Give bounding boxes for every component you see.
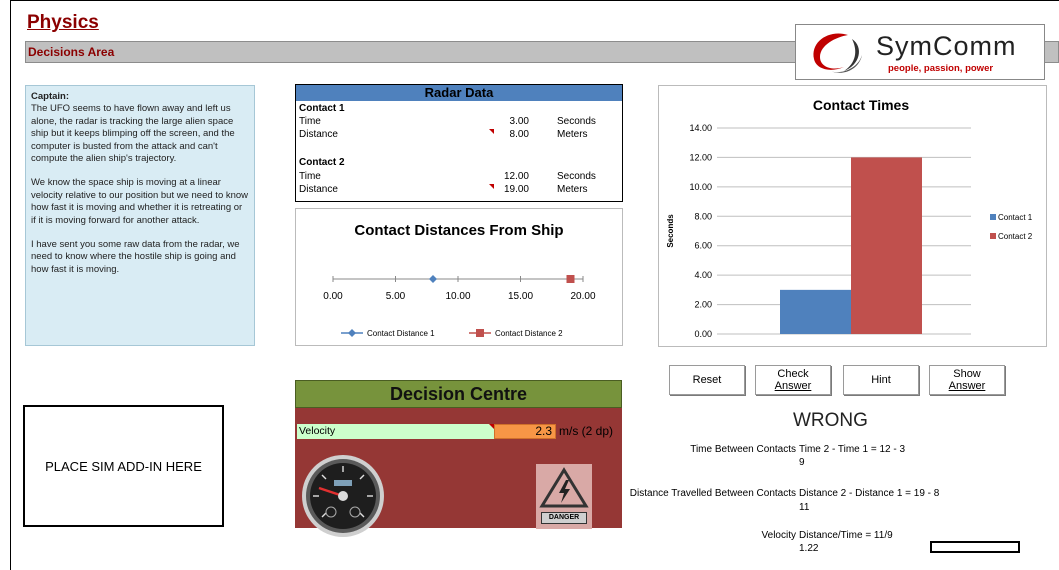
contact2-time-unit: Seconds (557, 171, 596, 182)
distance-travelled-label: Distance Travelled Between Contacts (629, 488, 796, 499)
contact-distances-chart: Contact Distances From Ship 0.00 5.00 10.00… (295, 208, 623, 346)
briefing-paragraph: We know the space ship is moving at a li… (31, 177, 249, 226)
time-between-label: Time Between Contacts (690, 444, 796, 455)
contact-distances-plot: Contact Distances From Ship 0.00 5.00 10.00… (323, 222, 596, 338)
danger-label: DANGER (541, 512, 587, 524)
contact-times-chart: Contact Times 0.00 2.00 4.00 6.00 8.00 10.00 12… (658, 85, 1047, 347)
chart-title: Contact Distances From Ship (354, 222, 563, 239)
time-between-value: 9 (799, 457, 805, 468)
legend-label: Contact Distance 2 (495, 329, 563, 338)
legend-label: Contact 2 (998, 232, 1033, 241)
decision-centre-title: Decision Centre (295, 380, 622, 408)
speedometer-gauge-icon (302, 455, 384, 537)
legend-label: Contact Distance 1 (367, 329, 435, 338)
y-tick-label: 2.00 (694, 300, 712, 310)
swoosh-logo-icon (813, 33, 862, 73)
show-answer-line2: Answer (948, 380, 986, 392)
contact2-distance-unit: Meters (557, 184, 588, 195)
briefing-paragraph: The UFO seems to have flown away and lef… (31, 103, 235, 165)
contact1-distance-label: Distance (299, 129, 338, 140)
symcomm-logo: SymComm people, passion, power (795, 24, 1045, 80)
y-tick-label: 4.00 (694, 270, 712, 280)
decision-centre: Decision Centre Velocity 2.3 m/s (2 dp) (295, 380, 622, 537)
contact2-distance-value: 19.00 (503, 184, 529, 195)
captain-heading: Captain: (31, 91, 69, 102)
contact1-time-value: 3.00 (509, 116, 529, 127)
contact-times-plot: Contact Times 0.00 2.00 4.00 6.00 8.00 10.00 12… (666, 97, 1033, 339)
y-tick-label: 8.00 (694, 211, 712, 221)
contact2-distance-label: Distance (299, 184, 338, 195)
check-answer-button[interactable]: Check Answer (755, 365, 831, 395)
check-answer-line2: Answer (774, 380, 812, 392)
x-tick-label: 20.00 (570, 291, 595, 302)
logo-tagline: people, passion, power (888, 63, 994, 74)
comment-marker-icon (489, 129, 494, 134)
contact2-label: Contact 2 (299, 157, 345, 168)
show-answer-button[interactable]: Show Answer (929, 365, 1005, 395)
section-title: Decisions Area (28, 45, 115, 59)
radar-data-table: Radar Data Contact 1 Time 3.00 Seconds D… (295, 84, 623, 202)
radar-title: Radar Data (296, 85, 622, 101)
x-tick-label: 10.00 (445, 291, 470, 302)
velocity-label: Velocity (297, 424, 494, 439)
data-point-contact-distance-1 (429, 275, 437, 283)
comment-marker-icon (489, 184, 494, 189)
result-status: WRONG (793, 410, 868, 431)
hint-button[interactable]: Hint (843, 365, 919, 395)
time-between-formula: Time 2 - Time 1 = 12 - 3 (799, 444, 906, 455)
high-voltage-icon (539, 467, 589, 508)
reset-button[interactable]: Reset (669, 365, 745, 395)
velocity-result-label: Velocity (761, 530, 796, 541)
data-point-contact-distance-2 (566, 275, 575, 283)
logo-brand: SymComm (876, 31, 1017, 61)
legend-marker (476, 329, 484, 337)
y-tick-label: 14.00 (689, 123, 712, 133)
x-tick-label: 5.00 (386, 291, 406, 302)
check-answer-line1: Check (777, 368, 809, 380)
contact1-time-unit: Seconds (557, 116, 596, 127)
decision-centre-body: Velocity 2.3 m/s (2 dp) DANGER (295, 408, 622, 537)
distance-travelled-value: 11 (799, 502, 810, 513)
page-title: Physics (27, 12, 99, 33)
y-tick-label: 10.00 (689, 182, 712, 192)
briefing-paragraph: I have sent you some raw data from the r… (31, 239, 240, 275)
y-tick-label: 6.00 (694, 241, 712, 251)
show-answer-line1: Show (953, 368, 981, 380)
distance-travelled-formula: Distance 2 - Distance 1 = 19 - 8 (799, 488, 940, 499)
y-axis-label: Seconds (666, 214, 675, 248)
legend-label: Contact 1 (998, 213, 1033, 222)
captain-briefing: Captain: The UFO seems to have flown awa… (25, 85, 255, 346)
contact1-distance-value: 8.00 (509, 129, 529, 140)
y-tick-label: 12.00 (689, 152, 712, 162)
contact2-time-label: Time (299, 171, 321, 182)
chart-title: Contact Times (813, 97, 909, 113)
bar-contact-2 (851, 157, 922, 334)
sim-placeholder: PLACE SIM ADD-IN HERE (23, 405, 224, 527)
velocity-unit: m/s (2 dp) (559, 424, 614, 438)
legend-swatch (990, 214, 996, 220)
legend-marker (348, 329, 356, 337)
y-tick-label: 0.00 (694, 329, 712, 339)
contact2-time-value: 12.00 (503, 171, 529, 182)
contact1-label: Contact 1 (299, 103, 345, 114)
legend-swatch (990, 233, 996, 239)
velocity-input[interactable]: 2.3 (494, 424, 556, 439)
empty-shape-box[interactable] (930, 541, 1020, 553)
contact1-distance-unit: Meters (557, 129, 588, 140)
x-tick-label: 0.00 (323, 291, 343, 302)
velocity-result-value: 1.22 (799, 543, 819, 554)
contact1-time-label: Time (299, 116, 321, 127)
velocity-formula: Distance/Time = 11/9 (799, 530, 893, 541)
bar-contact-1 (780, 289, 851, 334)
danger-sign: DANGER (536, 464, 592, 529)
x-tick-label: 15.00 (508, 291, 533, 302)
